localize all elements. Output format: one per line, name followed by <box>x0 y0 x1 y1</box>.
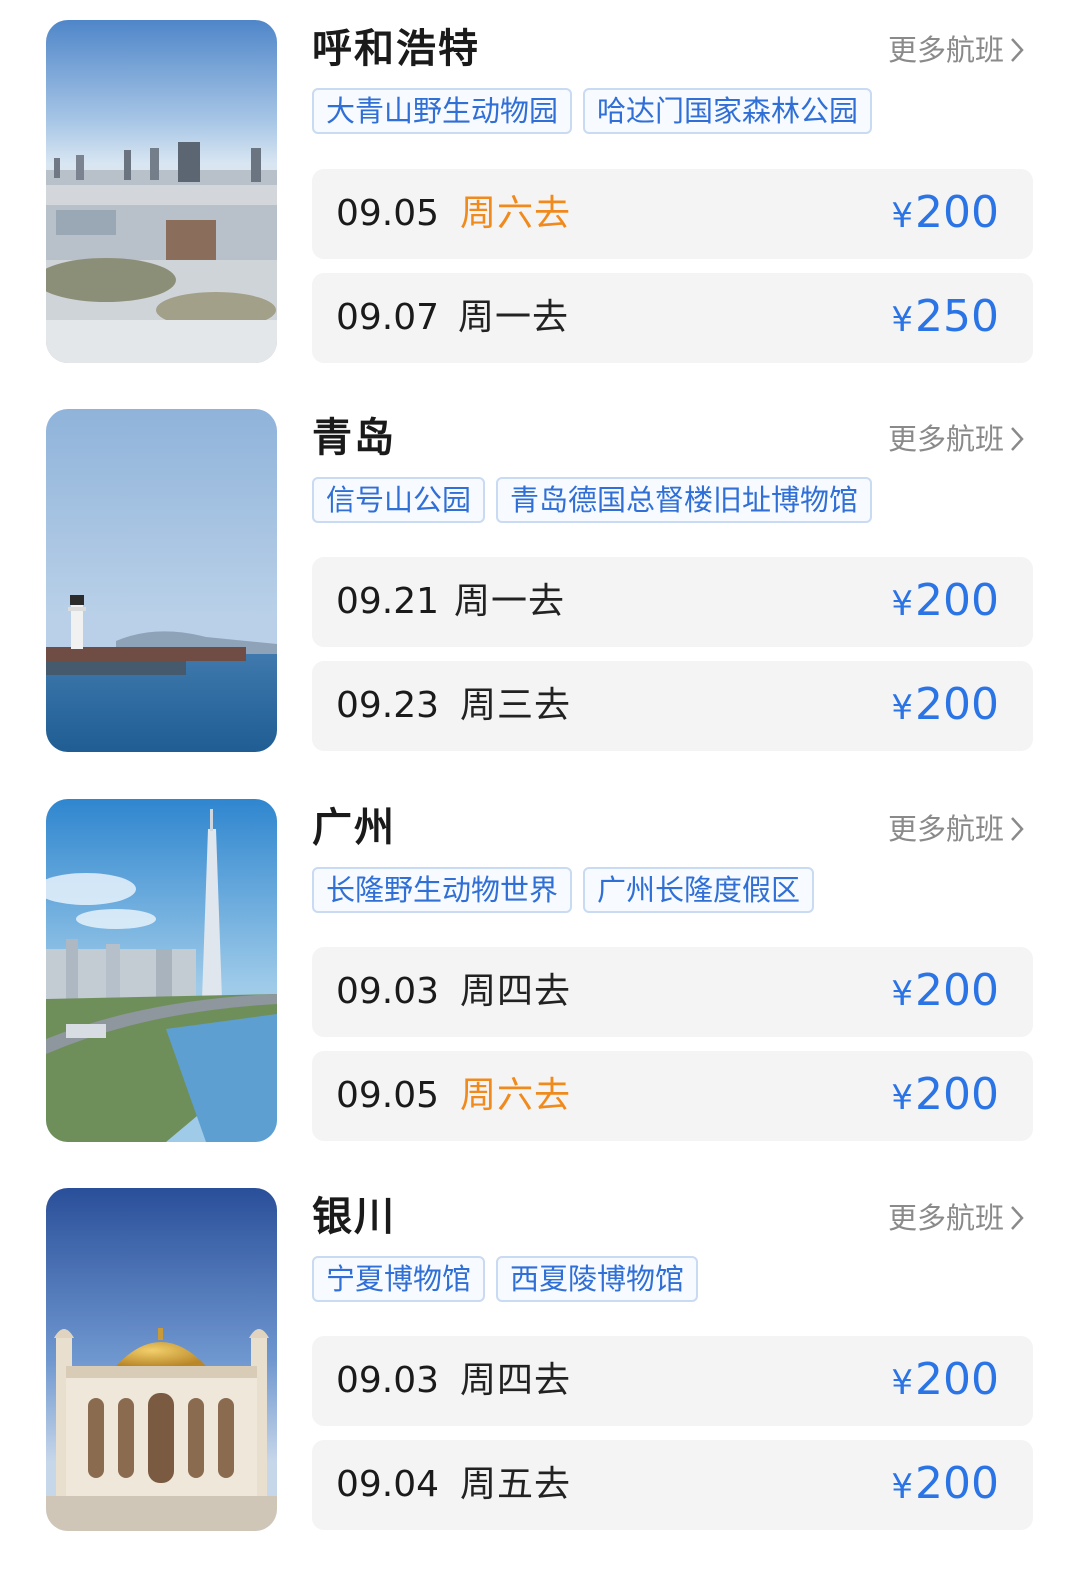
price-value: 200 <box>915 965 999 1016</box>
attraction-tags: 大青山野生动物园 哈达门国家森林公园 <box>312 88 873 134</box>
currency-symbol: ¥ <box>891 688 914 728</box>
flight-weekday: 周五去 <box>460 1464 572 1505</box>
city-skyline-image <box>46 20 277 363</box>
currency-symbol: ¥ <box>891 300 914 340</box>
city-name: 青岛 <box>312 415 396 461</box>
mosque-dome-photo[interactable] <box>46 1188 277 1531</box>
price-value: 200 <box>915 1458 999 1509</box>
currency-symbol: ¥ <box>891 1467 914 1507</box>
flight-date: 09.23 <box>336 685 440 726</box>
flight-weekday: 周六去 <box>460 1075 572 1116</box>
currency-symbol: ¥ <box>891 584 914 624</box>
flight-date: 09.03 <box>336 1360 440 1401</box>
destination-card[interactable]: 广州 更多航班 长隆野生动物世界 广州长隆度假区 09.03 周四去 ¥200 … <box>0 799 1080 1144</box>
destination-card[interactable]: 青岛 更多航班 信号山公园 青岛德国总督楼旧址博物馆 09.21 周一去 ¥20… <box>0 409 1080 754</box>
attraction-tags: 宁夏博物馆 西夏陵博物馆 <box>312 1256 699 1302</box>
attraction-tag[interactable]: 宁夏博物馆 <box>312 1256 486 1302</box>
flight-option[interactable]: 09.04 周五去 ¥200 <box>312 1440 1033 1530</box>
canton-tower-photo[interactable] <box>46 799 277 1142</box>
attraction-tag[interactable]: 大青山野生动物园 <box>312 88 573 134</box>
price-value: 250 <box>915 291 999 342</box>
more-flights-label: 更多航班 <box>887 812 1004 846</box>
flight-option[interactable]: 09.23 周三去 ¥200 <box>312 661 1033 751</box>
more-flights-label: 更多航班 <box>887 33 1004 67</box>
flight-weekday: 周四去 <box>460 1360 572 1401</box>
attraction-tag[interactable]: 哈达门国家森林公园 <box>583 88 873 134</box>
currency-symbol: ¥ <box>891 1363 914 1403</box>
more-flights-link[interactable]: 更多航班 <box>888 30 1024 70</box>
attraction-tag[interactable]: 信号山公园 <box>312 477 486 523</box>
more-flights-label: 更多航班 <box>887 1201 1004 1235</box>
attraction-tag[interactable]: 广州长隆度假区 <box>583 867 815 913</box>
flight-option[interactable]: 09.05 周六去 ¥200 <box>312 1051 1033 1141</box>
price-value: 200 <box>915 1354 999 1405</box>
chevron-right-icon <box>1011 427 1024 451</box>
city-skyline-photo[interactable] <box>46 20 277 363</box>
more-flights-link[interactable]: 更多航班 <box>888 1198 1024 1238</box>
flight-option[interactable]: 09.21 周一去 ¥200 <box>312 557 1033 647</box>
city-name: 呼和浩特 <box>312 26 480 72</box>
price-value: 200 <box>915 187 999 238</box>
currency-symbol: ¥ <box>891 196 914 236</box>
price-value: 200 <box>915 575 999 626</box>
flight-option[interactable]: 09.07 周一去 ¥250 <box>312 273 1033 363</box>
flight-option[interactable]: 09.03 周四去 ¥200 <box>312 1336 1033 1426</box>
flight-weekday: 周三去 <box>460 685 572 726</box>
flight-weekday: 周四去 <box>460 971 572 1012</box>
city-name: 银川 <box>312 1194 396 1240</box>
lighthouse-sea-image <box>46 409 277 752</box>
attraction-tag[interactable]: 青岛德国总督楼旧址博物馆 <box>496 477 873 523</box>
chevron-right-icon <box>1011 38 1024 62</box>
flight-price: ¥200 <box>891 1065 999 1128</box>
flight-price: ¥200 <box>891 961 999 1024</box>
lighthouse-sea-photo[interactable] <box>46 409 277 752</box>
currency-symbol: ¥ <box>891 1078 914 1118</box>
flight-date: 09.21 <box>336 581 440 622</box>
destination-card[interactable]: 银川 更多航班 宁夏博物馆 西夏陵博物馆 09.03 周四去 ¥200 09.0… <box>0 1188 1080 1533</box>
flight-date: 09.04 <box>336 1464 440 1505</box>
chevron-right-icon <box>1011 817 1024 841</box>
flight-weekday: 周六去 <box>460 193 572 234</box>
mosque-dome-image <box>46 1188 277 1531</box>
flight-date: 09.05 <box>336 1075 440 1116</box>
flight-weekday: 周一去 <box>454 581 566 622</box>
destination-card[interactable]: 呼和浩特 更多航班 大青山野生动物园 哈达门国家森林公园 09.05 周六去 ¥… <box>0 20 1080 365</box>
chevron-right-icon <box>1011 1206 1024 1230</box>
flight-price: ¥250 <box>891 287 999 350</box>
flight-date: 09.07 <box>336 297 440 338</box>
flight-option[interactable]: 09.05 周六去 ¥200 <box>312 169 1033 259</box>
price-value: 200 <box>915 679 999 730</box>
flight-option[interactable]: 09.03 周四去 ¥200 <box>312 947 1033 1037</box>
flight-date: 09.05 <box>336 193 440 234</box>
flight-price: ¥200 <box>891 1454 999 1517</box>
flight-price: ¥200 <box>891 571 999 634</box>
flight-price: ¥200 <box>891 183 999 246</box>
attraction-tags: 长隆野生动物世界 广州长隆度假区 <box>312 867 815 913</box>
flight-date: 09.03 <box>336 971 440 1012</box>
flight-weekday: 周一去 <box>458 297 570 338</box>
more-flights-link[interactable]: 更多航班 <box>888 809 1024 849</box>
more-flights-link[interactable]: 更多航班 <box>888 419 1024 459</box>
attraction-tag[interactable]: 长隆野生动物世界 <box>312 867 573 913</box>
more-flights-label: 更多航班 <box>887 422 1004 456</box>
city-name: 广州 <box>312 805 396 851</box>
flight-price: ¥200 <box>891 675 999 738</box>
price-value: 200 <box>915 1069 999 1120</box>
attraction-tags: 信号山公园 青岛德国总督楼旧址博物馆 <box>312 477 873 523</box>
canton-tower-image <box>46 799 277 1142</box>
currency-symbol: ¥ <box>891 974 914 1014</box>
attraction-tag[interactable]: 西夏陵博物馆 <box>496 1256 699 1302</box>
flight-price: ¥200 <box>891 1350 999 1413</box>
